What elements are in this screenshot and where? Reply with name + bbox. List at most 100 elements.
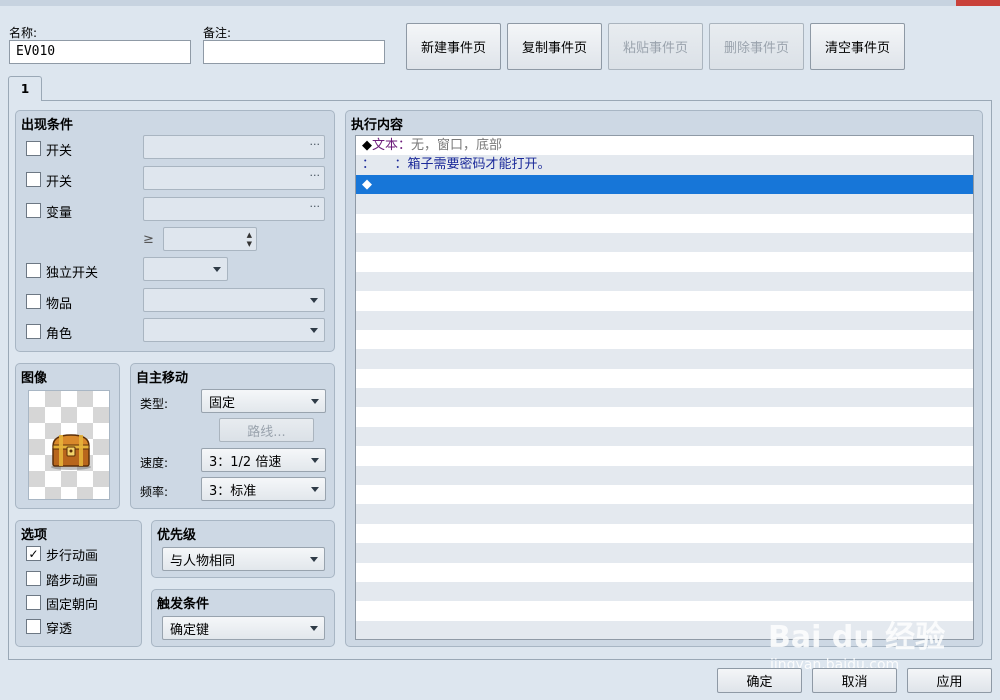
contents-title: 执行内容: [351, 118, 404, 133]
event-image-preview[interactable]: [28, 390, 110, 500]
self-switch-label: 独立开关: [46, 266, 99, 281]
switch1-label: 开关: [46, 144, 73, 159]
copy-page-button[interactable]: 复制事件页: [507, 23, 602, 70]
priority-value: 与人物相同: [170, 553, 236, 569]
list-item: [356, 369, 973, 388]
chevron-down-icon: [311, 487, 319, 492]
switch1-checkbox[interactable]: [26, 141, 41, 156]
window-title-bar: [0, 0, 1000, 6]
ellipsis-icon: ···: [309, 200, 321, 213]
chevron-down-icon: [310, 626, 318, 631]
apply-button[interactable]: 应用: [907, 668, 992, 693]
spin-up-icon[interactable]: ▲: [247, 231, 252, 239]
switch2-label: 开关: [46, 175, 73, 190]
list-item: [356, 407, 973, 426]
window-close-button[interactable]: [956, 0, 1000, 6]
treasure-chest-icon: [51, 434, 91, 470]
check-icon: ✓: [28, 546, 39, 561]
list-item: [356, 252, 973, 271]
name-label: 名称:: [9, 26, 38, 40]
switch1-field[interactable]: ···: [143, 135, 325, 159]
walking-animation-label: 步行动画: [46, 549, 99, 564]
speed-value: 3：1/2 倍速: [209, 454, 282, 470]
actor-select[interactable]: [143, 318, 325, 342]
route-button[interactable]: 路线...: [219, 418, 314, 442]
image-title: 图像: [21, 371, 48, 386]
note-input[interactable]: [203, 40, 385, 64]
ok-button[interactable]: 确定: [717, 668, 802, 693]
chevron-down-icon: [311, 458, 319, 463]
options-title: 选项: [21, 528, 48, 543]
variable-value-spinner[interactable]: ▲ ▼: [163, 227, 257, 251]
list-item: [356, 446, 973, 465]
conditions-title: 出现条件: [21, 118, 74, 133]
list-item: [356, 310, 973, 330]
list-item: [356, 388, 973, 408]
priority-group: 优先级 与人物相同: [151, 520, 335, 578]
speed-select[interactable]: 3：1/2 倍速: [201, 448, 326, 472]
item-checkbox[interactable]: [26, 294, 41, 309]
command-line-selected[interactable]: ◆: [356, 174, 973, 195]
self-switch-select[interactable]: [143, 257, 228, 281]
ellipsis-icon: ···: [309, 138, 321, 151]
spin-down-icon[interactable]: ▼: [247, 240, 252, 248]
switch2-checkbox[interactable]: [26, 172, 41, 187]
ge-symbol: ≥: [143, 232, 154, 247]
priority-title: 优先级: [157, 528, 197, 543]
trigger-group: 触发条件 确定键: [151, 589, 335, 647]
variable-checkbox[interactable]: [26, 203, 41, 218]
diamond-icon: ◆: [362, 138, 372, 153]
list-item: [356, 291, 973, 310]
delete-page-button[interactable]: 删除事件页: [709, 23, 804, 70]
command-list[interactable]: ◆文本：无，窗口，底部 ： ：箱子需要密码才能打开。 ◆: [355, 135, 974, 640]
actor-label: 角色: [46, 327, 73, 342]
priority-select[interactable]: 与人物相同: [162, 547, 325, 571]
name-input[interactable]: EV010: [9, 40, 191, 64]
through-checkbox[interactable]: [26, 619, 41, 634]
direction-fix-checkbox[interactable]: [26, 595, 41, 610]
direction-fix-label: 固定朝向: [46, 598, 99, 613]
chevron-down-icon: [310, 328, 318, 333]
list-item: [356, 330, 973, 349]
move-type-select[interactable]: 固定: [201, 389, 326, 413]
self-switch-checkbox[interactable]: [26, 263, 41, 278]
frequency-value: 3：标准: [209, 483, 257, 499]
frequency-select[interactable]: 3：标准: [201, 477, 326, 501]
variable-field[interactable]: ···: [143, 197, 325, 221]
tab-page-1[interactable]: 1: [8, 76, 42, 101]
list-item: [356, 485, 973, 504]
speed-label: 速度:: [140, 456, 169, 470]
item-select[interactable]: [143, 288, 325, 312]
item-label: 物品: [46, 297, 73, 312]
list-item: [356, 271, 973, 292]
image-group: 图像: [15, 363, 120, 509]
walking-animation-checkbox[interactable]: ✓: [26, 546, 41, 561]
stepping-animation-checkbox[interactable]: [26, 571, 41, 586]
trigger-select[interactable]: 确定键: [162, 616, 325, 640]
list-item: [356, 524, 973, 543]
chevron-down-icon: [310, 298, 318, 303]
chevron-down-icon: [311, 399, 319, 404]
list-item: [356, 232, 973, 253]
command-line[interactable]: ： ：箱子需要密码才能打开。: [356, 155, 973, 175]
variable-label: 变量: [46, 206, 73, 221]
watermark-brand: Bai du 经验: [768, 620, 946, 655]
clear-page-button[interactable]: 清空事件页: [810, 23, 905, 70]
trigger-title: 触发条件: [157, 597, 210, 612]
chevron-down-icon: [310, 557, 318, 562]
new-page-button[interactable]: 新建事件页: [406, 23, 501, 70]
list-item: [356, 543, 973, 563]
chevron-down-icon: [213, 267, 221, 272]
actor-checkbox[interactable]: [26, 324, 41, 339]
ellipsis-icon: ···: [309, 169, 321, 182]
conditions-group: 出现条件 开关 ··· 开关 ··· 变量 ··· ≥ ▲ ▼ 独立开关 物品 …: [15, 110, 335, 352]
command-line[interactable]: ◆文本：无，窗口，底部: [356, 136, 973, 155]
note-label: 备注:: [203, 26, 232, 40]
list-item: [356, 214, 973, 233]
list-item: [356, 465, 973, 486]
paste-page-button[interactable]: 粘贴事件页: [608, 23, 703, 70]
list-item: [356, 563, 973, 582]
cancel-button[interactable]: 取消: [812, 668, 897, 693]
list-item: [356, 504, 973, 524]
switch2-field[interactable]: ···: [143, 166, 325, 190]
